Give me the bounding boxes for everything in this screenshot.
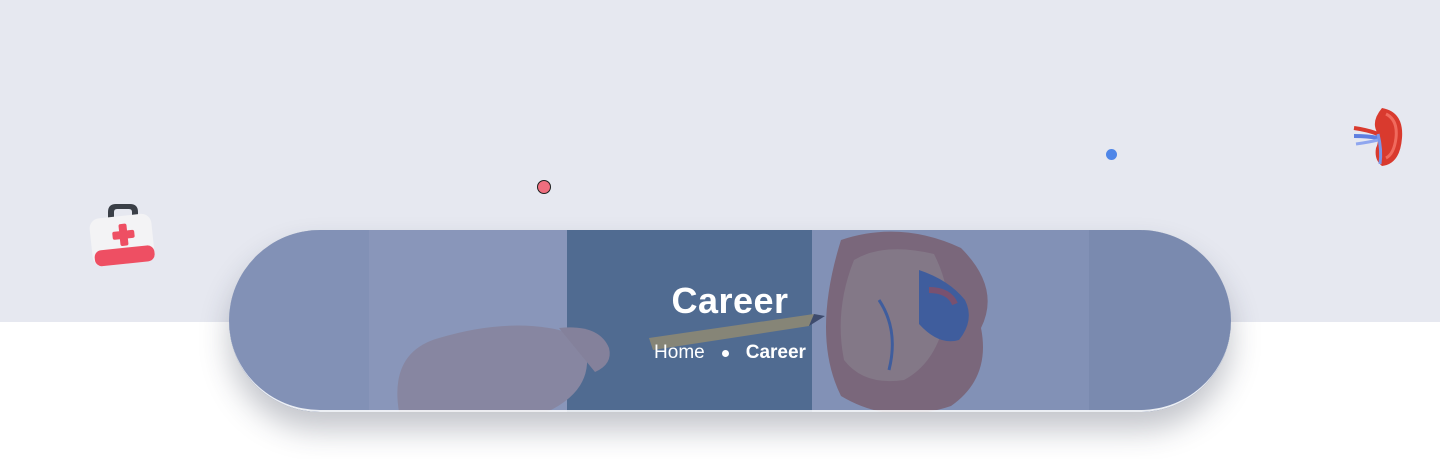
breadcrumb: Home Career <box>229 342 1231 364</box>
decorative-red-dot <box>537 180 551 194</box>
kidney-icon <box>1353 108 1403 166</box>
breadcrumb-current-page: Career <box>745 342 806 363</box>
medical-kit-icon <box>89 204 155 267</box>
page-title: Career <box>671 280 789 321</box>
decorative-blue-dot <box>1106 149 1117 160</box>
page-title-banner: Career Home Career <box>229 230 1231 412</box>
breadcrumb-home-link[interactable]: Home <box>654 342 705 364</box>
breadcrumb-separator-dot <box>721 349 729 357</box>
